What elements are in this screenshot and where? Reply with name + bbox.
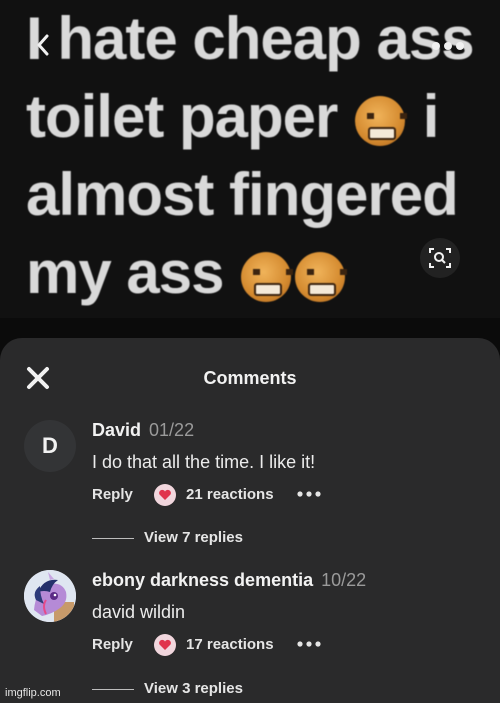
comments-sheet: Comments D David 01/22 I do that all the …	[0, 338, 500, 703]
comment-text: david wildin	[92, 602, 186, 622]
reply-button[interactable]: Reply	[92, 486, 133, 503]
comment-actions: Reply 17 reactions	[92, 634, 392, 658]
reaction-count[interactable]: 17 reactions	[186, 636, 274, 653]
reply-button[interactable]: Reply	[92, 636, 133, 653]
angry-face-emoji-icon	[355, 96, 408, 147]
watermark: imgflip.com	[5, 687, 61, 699]
heart-reaction-icon[interactable]	[154, 634, 176, 656]
view-replies-button[interactable]: View 3 replies	[92, 680, 352, 700]
sheet-title: Comments	[203, 368, 297, 388]
avatar[interactable]	[24, 570, 76, 622]
comment-date: 01/22	[149, 420, 195, 440]
chevron-left-icon[interactable]	[36, 34, 50, 56]
comment-date: 10/22	[321, 570, 367, 590]
meme-line-4: my ass	[26, 239, 224, 306]
divider	[92, 538, 134, 539]
comment-author[interactable]: David	[92, 420, 141, 440]
view-replies-button[interactable]: View 7 replies	[92, 529, 352, 549]
meme-line-1: I hate cheap ass	[26, 5, 475, 72]
heart-reaction-icon[interactable]	[154, 484, 176, 506]
meme-line-3: almost fingered	[26, 161, 459, 228]
angry-face-emoji-icon	[241, 252, 294, 303]
comment-text: I do that all the time. I like it!	[92, 452, 316, 472]
comment-header: David 01/22	[92, 420, 194, 441]
comment-actions: Reply 21 reactions	[92, 484, 392, 508]
view-replies-label: View 7 replies	[144, 529, 243, 546]
more-dots-icon[interactable]	[296, 488, 322, 500]
comment-author[interactable]: ebony darkness dementia	[92, 570, 313, 590]
avatar[interactable]: D	[24, 420, 76, 472]
reaction-count[interactable]: 21 reactions	[186, 486, 274, 503]
more-dots-icon[interactable]	[296, 638, 322, 650]
visual-search-icon[interactable]	[420, 238, 460, 278]
meme-line-2-suffix: i	[422, 83, 440, 150]
meme-line-2: toilet paper	[26, 83, 338, 150]
more-dots-icon[interactable]	[430, 40, 466, 52]
comment-header: ebony darkness dementia 10/22	[92, 570, 366, 591]
divider	[92, 689, 134, 690]
meme-image[interactable]: I hate cheap ass toilet paper i almost f…	[0, 0, 500, 318]
view-replies-label: View 3 replies	[144, 680, 243, 697]
angry-face-emoji-icon	[295, 252, 348, 303]
